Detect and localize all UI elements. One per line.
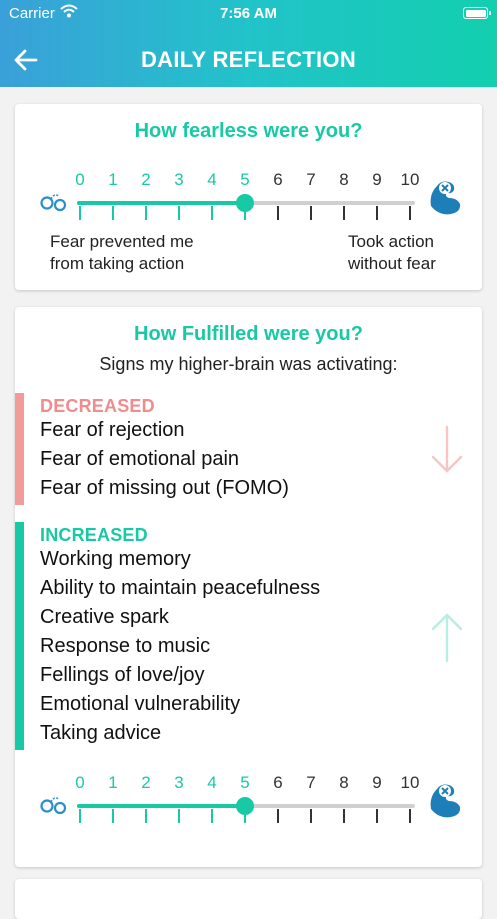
list-item: Working memory — [40, 548, 191, 570]
scale-tick — [79, 206, 81, 220]
scale-tick — [211, 206, 213, 220]
scale-label[interactable]: 4 — [200, 773, 224, 793]
list-item: Fear of missing out (FOMO) — [40, 477, 289, 499]
scale-label[interactable]: 9 — [365, 773, 389, 793]
scale-label[interactable]: 6 — [266, 773, 290, 793]
scale-label[interactable]: 0 — [68, 170, 92, 190]
handcuffs-icon — [39, 793, 69, 820]
increased-label: INCREASED — [40, 525, 148, 545]
increased-bar — [15, 522, 24, 750]
scale-label[interactable]: 1 — [101, 773, 125, 793]
scale-tick — [79, 809, 81, 823]
scale-tick — [145, 809, 147, 823]
decreased-label: DECREASED — [40, 396, 155, 416]
arrow-up-icon — [430, 611, 464, 668]
scale-tick — [376, 206, 378, 220]
list-item: Taking advice — [40, 722, 162, 744]
list-item: Fear of emotional pain — [40, 448, 240, 470]
scale-label[interactable]: 8 — [332, 170, 356, 190]
slider-thumb[interactable] — [236, 194, 254, 212]
handcuffs-icon — [39, 190, 69, 217]
fearless-low-caption-line2: from taking action — [50, 254, 185, 273]
fulfilled-card: How Fulfilled were you? Signs my higher-… — [15, 307, 482, 867]
scale-tick — [178, 809, 180, 823]
scale-label[interactable]: 10 — [398, 773, 422, 793]
clock-label: 7:56 AM — [220, 5, 277, 22]
fearless-low-caption: Fear prevented me from taking action — [50, 231, 194, 275]
scale-tick — [343, 809, 345, 823]
decreased-bar — [15, 393, 24, 505]
scale-label[interactable]: 3 — [167, 773, 191, 793]
arrow-down-icon — [430, 425, 464, 480]
header-bar: Carrier 7:56 AM DAILY REFLECTION — [0, 0, 497, 87]
scale-tick — [145, 206, 147, 220]
battery-icon — [463, 7, 491, 19]
scale-label[interactable]: 2 — [134, 773, 158, 793]
fulfilled-slider[interactable]: 0 1 2 3 4 5 6 7 8 9 10 — [15, 773, 482, 833]
scale-label[interactable]: 10 — [398, 170, 422, 190]
scale-tick — [409, 809, 411, 823]
slider-fill — [77, 804, 245, 808]
list-item: Fear of rejection — [40, 419, 185, 441]
list-item: Emotional vulnerability — [40, 693, 241, 715]
slider-thumb[interactable] — [236, 797, 254, 815]
scale-label[interactable]: 0 — [68, 773, 92, 793]
scale-tick — [409, 206, 411, 220]
scale-tick — [112, 206, 114, 220]
scale-tick — [277, 206, 279, 220]
fulfilled-subtitle: Signs my higher-brain was activating: — [99, 354, 398, 374]
next-card — [15, 879, 482, 919]
fearless-card: How fearless were you? 0 1 2 3 4 5 6 7 8 9 10 Fear… — [15, 104, 482, 290]
scale-tick — [211, 809, 213, 823]
fearless-high-caption: Took action without fear — [348, 231, 436, 275]
list-item: Ability to maintain peacefulness — [40, 577, 321, 599]
fearless-slider[interactable]: 0 1 2 3 4 5 6 7 8 9 10 — [15, 170, 482, 230]
scale-tick — [310, 809, 312, 823]
scale-label[interactable]: 5 — [233, 773, 257, 793]
scale-tick — [112, 809, 114, 823]
scale-label[interactable]: 5 — [233, 170, 257, 190]
status-bar: Carrier 7:56 AM — [0, 4, 497, 24]
fulfilled-title: How Fulfilled were you? — [134, 323, 363, 345]
scale-tick — [310, 206, 312, 220]
scale-tick — [376, 809, 378, 823]
fearless-low-caption-line1: Fear prevented me — [50, 232, 194, 251]
list-item: Creative spark — [40, 606, 169, 628]
scale-label[interactable]: 4 — [200, 170, 224, 190]
page-title: DAILY REFLECTION — [140, 47, 357, 72]
flexed-arm-icon — [427, 779, 465, 824]
scale-label[interactable]: 7 — [299, 773, 323, 793]
scale-label[interactable]: 1 — [101, 170, 125, 190]
scale-label[interactable]: 6 — [266, 170, 290, 190]
fearless-high-caption-line2: without fear — [348, 254, 436, 273]
list-item: Fellings of love/joy — [40, 664, 205, 686]
fearless-title: How fearless were you? — [134, 120, 363, 142]
scale-label[interactable]: 8 — [332, 773, 356, 793]
scale-label[interactable]: 3 — [167, 170, 191, 190]
scale-label[interactable]: 7 — [299, 170, 323, 190]
scale-label[interactable]: 2 — [134, 170, 158, 190]
scale-label[interactable]: 9 — [365, 170, 389, 190]
scale-tick — [178, 206, 180, 220]
flexed-arm-icon — [427, 176, 465, 221]
fearless-high-caption-line1: Took action — [348, 232, 434, 251]
slider-fill — [77, 201, 245, 205]
scale-tick — [277, 809, 279, 823]
list-item: Response to music — [40, 635, 211, 657]
scale-tick — [343, 206, 345, 220]
